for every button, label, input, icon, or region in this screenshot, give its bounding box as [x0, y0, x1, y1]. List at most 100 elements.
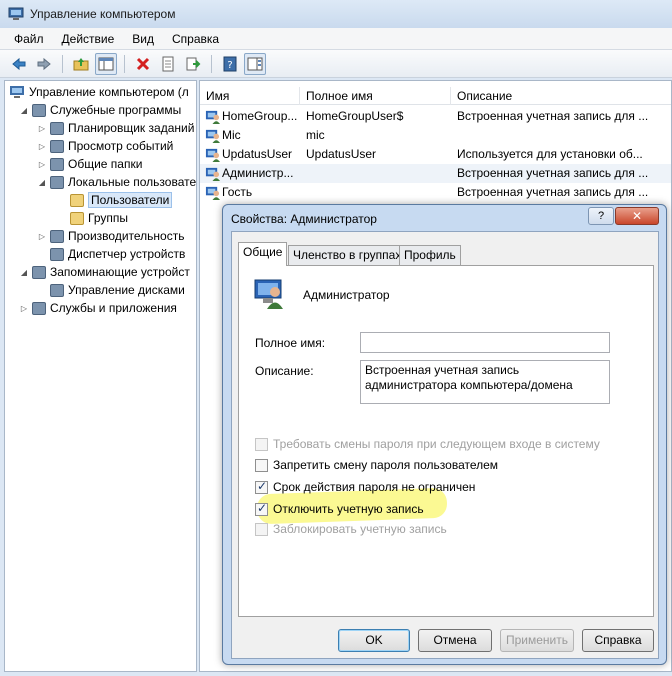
properties-icon: [162, 56, 174, 71]
tree-root[interactable]: Управление компьютером (л: [9, 83, 189, 101]
dialog-close-button[interactable]: ✕: [615, 207, 659, 225]
list-header: Имя Полное имя Описание: [200, 87, 671, 105]
cell-fullname: [306, 183, 451, 202]
delete-button[interactable]: [132, 53, 154, 75]
table-row[interactable]: Mic mic: [200, 126, 671, 145]
account-disabled-checkbox[interactable]: Отключить учетную запись: [255, 501, 424, 516]
user-icon: [205, 110, 220, 124]
checkbox-box[interactable]: [255, 479, 268, 494]
tab-page-general: Администратор Полное имя: Описание: Встр…: [238, 265, 654, 617]
shared-folder-icon: [50, 157, 64, 171]
tab-profile[interactable]: Профиль: [399, 245, 461, 265]
properties-dialog: Свойства: Администратор ? ✕ Общие Членст…: [222, 204, 667, 665]
tree-item[interactable]: ▷ Просмотр событий: [37, 137, 173, 155]
users-icon: [50, 175, 64, 189]
tab-general[interactable]: Общие: [238, 242, 288, 266]
computer-icon: [10, 86, 24, 98]
checkbox-box[interactable]: [255, 458, 268, 472]
tools-icon: [32, 103, 46, 117]
expand-arrow-icon[interactable]: ▷: [37, 160, 47, 169]
tree-item[interactable]: ◢ Служебные программы: [19, 101, 181, 119]
computer-management-icon: [8, 7, 24, 20]
tree-item[interactable]: Группы: [57, 209, 128, 227]
cell-fullname: HomeGroupUser$: [306, 109, 404, 123]
tab-membership[interactable]: Членство в группах: [288, 245, 407, 265]
user-icon: [205, 148, 220, 162]
apply-button[interactable]: Применить: [500, 629, 574, 652]
checkbox-box: [255, 437, 268, 451]
disk-icon: [50, 283, 64, 297]
username-label: Администратор: [303, 288, 390, 302]
password-never-expires-checkbox[interactable]: Срок действия пароля не ограничен: [255, 479, 475, 494]
help-book-icon: ?: [223, 56, 237, 71]
clock-icon: [50, 121, 64, 135]
svg-text:?: ?: [227, 60, 232, 71]
table-row[interactable]: HomeGroup... HomeGroupUser$ Встроенная уче…: [200, 107, 671, 126]
tree-item[interactable]: Управление дисками: [37, 281, 185, 299]
collapse-arrow-icon[interactable]: ◢: [19, 268, 29, 277]
cannot-change-password-checkbox[interactable]: Запретить смену пароля пользователем: [255, 458, 498, 472]
description-input[interactable]: Встроенная учетная запись администратора…: [360, 360, 610, 404]
show-action-pane-button[interactable]: [244, 52, 266, 75]
column-description[interactable]: Описание: [451, 87, 651, 105]
arrow-left-icon: [12, 57, 26, 70]
tree-item[interactable]: Диспетчер устройств: [37, 245, 185, 263]
cell-fullname: mic: [306, 128, 325, 142]
cell-fullname: [306, 164, 451, 183]
forward-button[interactable]: [33, 53, 55, 75]
cell-description: Встроенная учетная запись для ...: [457, 166, 649, 180]
cell-description: Используется для установки об...: [457, 147, 643, 161]
back-button[interactable]: [8, 53, 30, 75]
cell-name: HomeGroup...: [222, 109, 298, 123]
dialog-body: Общие Членство в группах Профиль Админис…: [231, 231, 659, 659]
cancel-button[interactable]: Отмена: [418, 629, 492, 652]
tree-item[interactable]: ▷ Производительность: [37, 227, 185, 245]
fullname-input[interactable]: [360, 332, 610, 353]
column-name[interactable]: Имя: [200, 87, 300, 105]
dialog-help-button[interactable]: ?: [588, 207, 614, 225]
cell-description: Встроенная учетная запись для ...: [457, 109, 649, 123]
tree-item[interactable]: ▷ Службы и приложения: [19, 299, 177, 317]
collapse-arrow-icon[interactable]: ◢: [19, 106, 29, 115]
table-row[interactable]: Гость Встроенная учетная запись для ...: [200, 183, 671, 202]
menu-help[interactable]: Справка: [172, 32, 219, 46]
expand-arrow-icon[interactable]: ▷: [37, 142, 47, 151]
table-row[interactable]: Администр... Встроенная учетная запись дл…: [200, 164, 671, 183]
collapse-arrow-icon[interactable]: ◢: [37, 178, 47, 187]
folder-icon: [70, 193, 84, 207]
must-change-password-checkbox: Требовать смены пароля при следующем вхо…: [255, 437, 600, 451]
menu-action[interactable]: Действие: [62, 32, 115, 46]
checkbox-box[interactable]: [255, 501, 268, 516]
tree-item[interactable]: ▷ Общие папки: [37, 155, 143, 173]
console-tree[interactable]: Управление компьютером (л ◢ Служебные про…: [4, 80, 197, 672]
checkbox-box: [255, 522, 268, 536]
properties-button[interactable]: [157, 53, 179, 75]
menu-view[interactable]: Вид: [132, 32, 154, 46]
show-tree-button[interactable]: [95, 52, 117, 75]
export-list-button[interactable]: [182, 53, 204, 75]
tree-item[interactable]: ◢ Запоминающие устройст: [19, 263, 190, 281]
menu-file[interactable]: Файл: [14, 32, 44, 46]
table-row[interactable]: UpdatusUser UpdatusUser Используется для у…: [200, 145, 671, 164]
event-log-icon: [50, 139, 64, 153]
cell-description: Встроенная учетная запись для ...: [457, 185, 649, 199]
user-icon: [254, 279, 283, 309]
tree-item[interactable]: ◢ Локальные пользовате: [37, 173, 196, 191]
tree-item[interactable]: Пользователи: [57, 191, 173, 209]
tree-item[interactable]: ▷ Планировщик заданий: [37, 119, 194, 137]
dialog-title: Свойства: Администратор: [231, 212, 377, 226]
help-dialog-button[interactable]: Справка: [582, 629, 654, 652]
description-label: Описание:: [255, 364, 314, 378]
arrow-right-icon: [37, 57, 51, 70]
expand-arrow-icon[interactable]: ▷: [37, 232, 47, 241]
toolbar-separator: [124, 54, 125, 73]
folder-icon: [70, 211, 84, 225]
storage-icon: [32, 265, 46, 279]
help-button[interactable]: ?: [219, 53, 241, 75]
up-level-button[interactable]: [70, 53, 92, 75]
account-locked-checkbox: Заблокировать учетную запись: [255, 522, 447, 536]
expand-arrow-icon[interactable]: ▷: [37, 124, 47, 133]
ok-button[interactable]: OK: [338, 629, 410, 652]
expand-arrow-icon[interactable]: ▷: [19, 304, 29, 313]
column-fullname[interactable]: Полное имя: [300, 87, 451, 105]
